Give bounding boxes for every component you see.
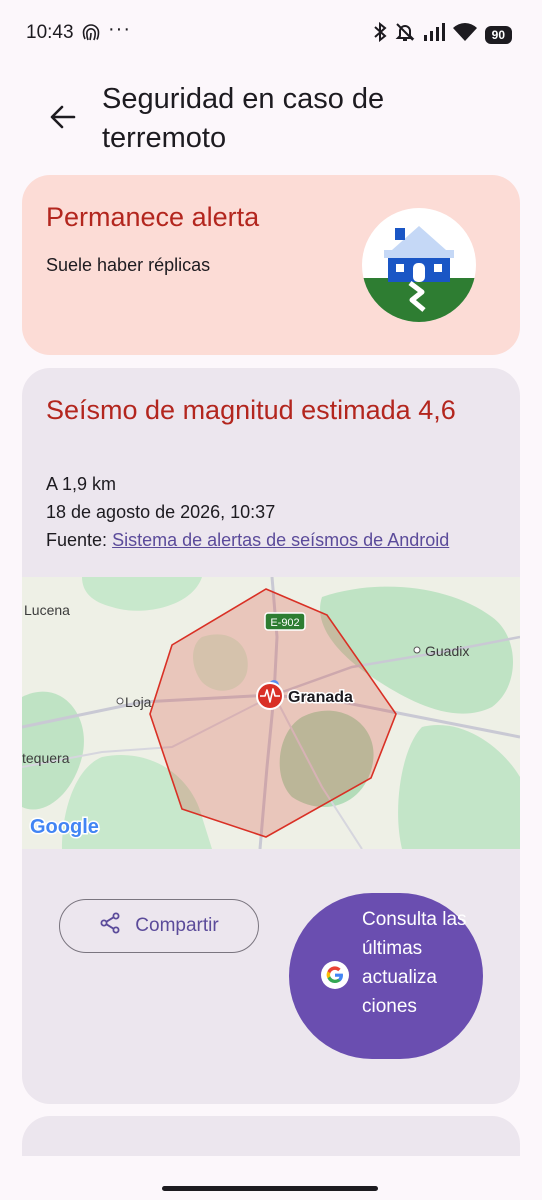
earthquake-map[interactable]: E-902 Guadix Loja Lucena tequera Granada… bbox=[22, 576, 520, 850]
house-earthquake-icon bbox=[362, 208, 476, 322]
source-link[interactable]: Sistema de alertas de seísmos de Android bbox=[112, 530, 449, 550]
battery-indicator: 90 bbox=[484, 25, 512, 44]
bluetooth-icon bbox=[373, 21, 387, 47]
map-road-label: E-902 bbox=[270, 617, 299, 629]
share-button-label: Compartir bbox=[135, 915, 219, 936]
gesture-nav-handle[interactable] bbox=[162, 1186, 378, 1191]
status-bar: 10:43 ··· 90 bbox=[0, 0, 542, 68]
alert-subtitle: Suele haber réplicas bbox=[46, 255, 211, 275]
map-label-loja: Loja bbox=[125, 694, 152, 710]
earthquake-magnitude-title: Seísmo de magnitud estimada 4,6 bbox=[46, 395, 456, 425]
map-label-antequera: tequera bbox=[22, 750, 70, 766]
bell-off-icon bbox=[395, 22, 415, 47]
more-notifications-icon: ··· bbox=[108, 18, 131, 40]
google-icon bbox=[321, 961, 349, 989]
wifi-icon bbox=[452, 23, 477, 46]
earthquake-info-card: Seísmo de magnitud estimada 4,6 A 1,9 km… bbox=[22, 368, 520, 1104]
map-label-guadix: Guadix bbox=[425, 643, 469, 659]
share-button[interactable]: Compartir bbox=[59, 899, 259, 953]
map-label-lucena: Lucena bbox=[24, 602, 70, 618]
next-card bbox=[22, 1116, 520, 1156]
alert-title: Permanece alerta bbox=[46, 202, 260, 232]
google-map-logo: Google bbox=[30, 816, 99, 838]
back-button[interactable] bbox=[46, 100, 80, 134]
page-title: Seguridad en caso de terremoto bbox=[102, 83, 385, 154]
earthquake-source: Fuente: Sistema de alertas de seísmos de… bbox=[46, 530, 449, 551]
status-time: 10:43 bbox=[26, 22, 74, 43]
earthquake-distance: A 1,9 km bbox=[46, 474, 117, 494]
aftershock-alert-card: Permanece alerta Suele haber réplicas bbox=[22, 175, 520, 355]
map-label-granada: Granada bbox=[288, 689, 353, 706]
source-label: Fuente: bbox=[46, 530, 108, 550]
earthquake-datetime: 18 de agosto de 2026, 10:37 bbox=[46, 502, 276, 522]
latest-updates-button[interactable]: Consulta las últimas actualiza ciones bbox=[289, 893, 483, 1059]
latest-updates-label: Consulta las últimas actualiza ciones bbox=[362, 909, 467, 1017]
arrow-left-icon bbox=[50, 105, 76, 129]
status-icons: 90 bbox=[373, 21, 512, 47]
signal-icon bbox=[423, 23, 445, 46]
fingerprint-icon bbox=[82, 23, 100, 48]
share-icon bbox=[99, 912, 121, 940]
